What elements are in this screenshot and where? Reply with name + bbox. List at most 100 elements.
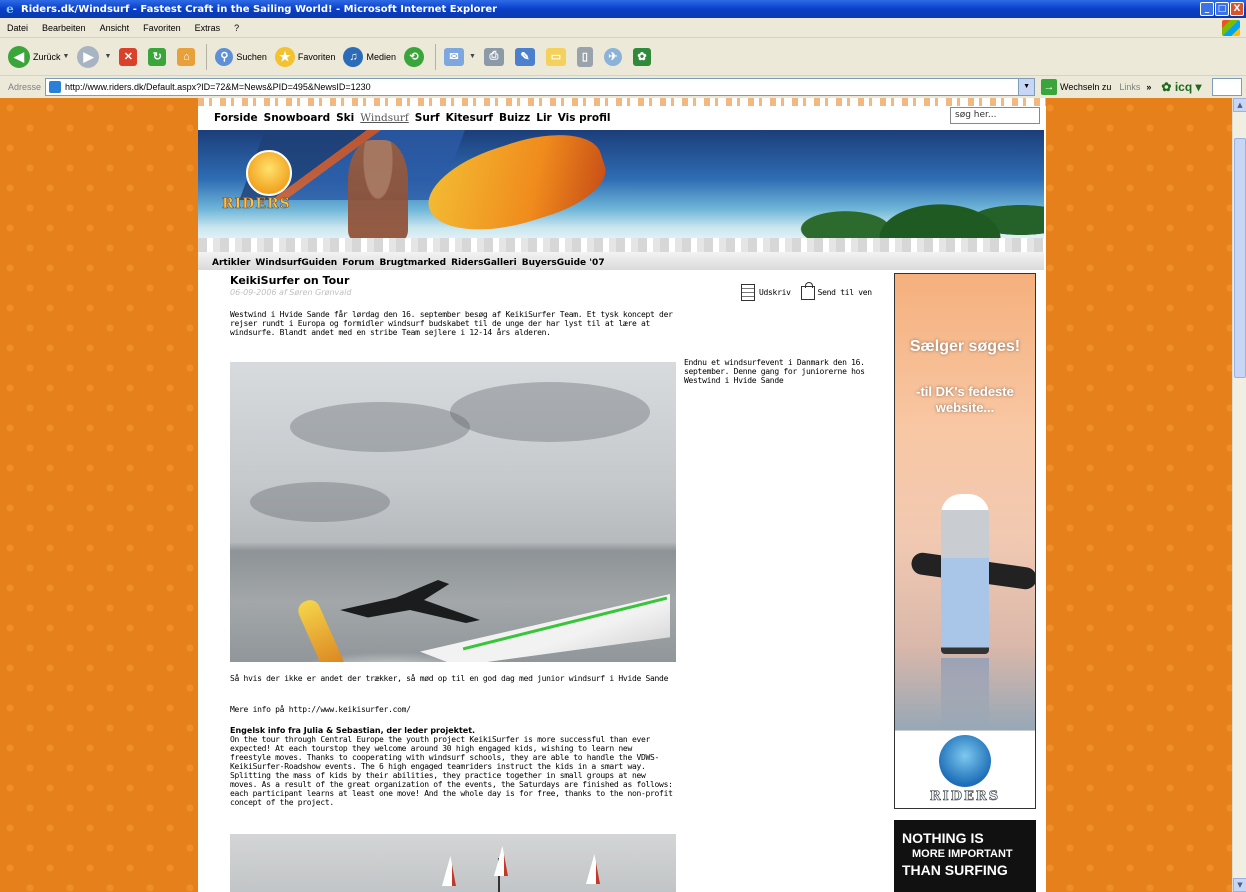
document-icon[interactable] [741,284,755,301]
forward-dropdown-icon[interactable]: ▼ [104,53,111,60]
site-search-input[interactable]: søg her... [950,107,1040,124]
toolbar: ◀ Zurück ▼ ▶ ▼ ✕ ↻ ⌂ ⚲ Suchen ★ Favorite… [0,38,1246,76]
nav-ski[interactable]: Ski [336,112,354,124]
back-label: Zurück [33,51,61,62]
address-bar: Adresse http://www.riders.dk/Default.asp… [0,76,1246,98]
subnav-forum[interactable]: Forum [342,258,374,268]
back-button[interactable]: ◀ Zurück ▼ [8,45,70,68]
nav-lir[interactable]: Lir [536,112,551,124]
vertical-scrollbar[interactable]: ▲ ▼ [1232,98,1246,892]
media-button[interactable]: ♫ Medien [343,46,396,67]
links-chevron-icon[interactable]: » [1146,82,1151,92]
nav-windsurf[interactable]: Windsurf [360,112,409,124]
back-arrow-icon: ◀ [8,45,30,68]
menu-edit[interactable]: Bearbeiten [35,23,93,33]
article-photo-sails[interactable] [230,834,676,892]
refresh-button[interactable]: ↻ [148,47,169,66]
go-button[interactable]: Wechseln zu [1060,82,1111,92]
nav-kitesurf[interactable]: Kitesurf [446,112,493,124]
subnav-ridersgalleri[interactable]: RidersGalleri [451,258,517,268]
article-photo-windsurfer[interactable] [230,362,676,662]
torn-edge [198,238,1044,252]
search-button[interactable]: ⚲ Suchen [215,47,267,66]
scroll-thumb[interactable] [1234,138,1246,378]
sail-shape [442,856,456,886]
ie-icon: e [6,2,14,16]
send-icon[interactable] [800,281,815,300]
menu-help[interactable]: ? [227,23,246,33]
mail-button[interactable]: ✉ ▼ [443,47,476,66]
nav-vis-profil[interactable]: Vis profil [558,112,611,124]
riders-logo-text: RIDERS [222,196,291,213]
subnav-windsurfguiden[interactable]: WindsurfGuiden [255,258,337,268]
addon-button[interactable]: ✿ [632,47,654,66]
research-button[interactable]: ▯ [576,46,596,67]
history-button[interactable]: ⟲ [403,46,427,67]
menu-tools[interactable]: Extras [188,23,228,33]
riders-logo-mark-icon [246,150,292,196]
address-url[interactable]: http://www.riders.dk/Default.aspx?ID=72&… [65,82,371,92]
scroll-up-icon[interactable]: ▲ [1233,98,1246,112]
address-input[interactable]: http://www.riders.dk/Default.aspx?ID=72&… [45,78,1036,96]
subnav-brugtmarked[interactable]: Brugtmarked [379,258,446,268]
print-link[interactable]: Udskriv [759,288,791,297]
note-icon: ▭ [545,47,566,66]
links-label[interactable]: Links [1119,82,1140,92]
menu-view[interactable]: Ansicht [93,23,137,33]
article-link-paragraph[interactable]: Mere info på http://www.keikisurfer.com/ [230,705,676,714]
article-intro: Westwind i Hvide Sande får lørdag den 16… [230,310,673,337]
icq-button[interactable]: ✿ icq ▾ [1161,80,1201,94]
menu-favorites[interactable]: Favoriten [136,23,188,33]
stop-button[interactable]: ✕ [119,47,140,66]
search-label: Suchen [236,51,267,62]
icq-input[interactable] [1211,78,1242,96]
sidebar-ad-surfing[interactable]: NOTHING IS MORE IMPORTANT THAN SURFING [894,820,1036,892]
window-title-bar[interactable]: e Riders.dk/Windsurf - Fastest Craft in … [0,0,1246,18]
cloud-shape [450,382,650,442]
forward-button[interactable]: ▶ ▼ [77,45,111,68]
window-title: Riders.dk/Windsurf - Fastest Craft in th… [21,3,498,15]
favorites-label: Favoriten [297,51,336,62]
back-dropdown-icon[interactable]: ▼ [63,53,70,60]
nav-buizz[interactable]: Buizz [499,112,530,124]
print-button[interactable]: ⎙ [483,47,507,66]
go-arrow-icon[interactable]: → [1041,79,1058,95]
nav-surf[interactable]: Surf [415,112,440,124]
browser-viewport: Forside Snowboard Ski Windsurf Surf Kite… [0,98,1232,892]
header-banner: RIDERS [198,130,1044,252]
discuss-button[interactable]: ▭ [545,47,569,66]
nav-forside[interactable]: Forside [214,112,258,124]
ad2-line-2: MORE IMPORTANT [912,848,1013,860]
icq-label: icq [1174,80,1193,94]
subnav-buyersguide[interactable]: BuyersGuide '07 [522,258,605,268]
messenger-button[interactable]: ✈ [603,47,625,66]
refresh-icon: ↻ [148,47,167,66]
minimize-button[interactable]: _ [1200,2,1214,16]
home-button[interactable]: ⌂ [177,47,198,66]
article-side-caption: Endnu et windsurfevent i Danmark den 16.… [684,358,865,385]
mail-dropdown-icon[interactable]: ▼ [469,53,476,60]
history-icon: ⟲ [403,46,424,67]
favorites-button[interactable]: ★ Favoriten [274,46,336,67]
maximize-button[interactable]: □ [1215,2,1229,16]
article-title: KeikiSurfer on Tour [230,274,350,287]
article-subheading: Engelsk info fra Julia & Sebastian, der … [230,726,476,735]
close-button[interactable]: X [1230,2,1244,16]
home-icon: ⌂ [177,47,196,66]
sidebar-ad-seller-wanted[interactable]: Sælger søges! -til DK's fedeste website.… [894,273,1036,809]
scroll-down-icon[interactable]: ▼ [1233,878,1246,892]
cloud-shape [290,402,470,452]
send-to-friend-link[interactable]: Send til ven [818,288,873,297]
address-dropdown-icon[interactable]: ▼ [1018,79,1035,95]
ad2-line-3: THAN SURFING [902,862,1008,878]
edit-button[interactable]: ✎ [514,47,538,66]
banner-windsurfer-image [348,140,408,240]
menu-file[interactable]: Datei [0,23,35,33]
riders-logo-mark-icon [939,735,991,787]
banner-palms-image [778,148,1044,238]
article-byline: 06-09-2006 af Søren Grønvald [230,288,352,297]
riders-logo[interactable]: RIDERS [222,146,312,220]
subnav-artikler[interactable]: Artikler [212,258,250,268]
top-nav: Forside Snowboard Ski Windsurf Surf Kite… [214,112,610,124]
nav-snowboard[interactable]: Snowboard [264,112,330,124]
